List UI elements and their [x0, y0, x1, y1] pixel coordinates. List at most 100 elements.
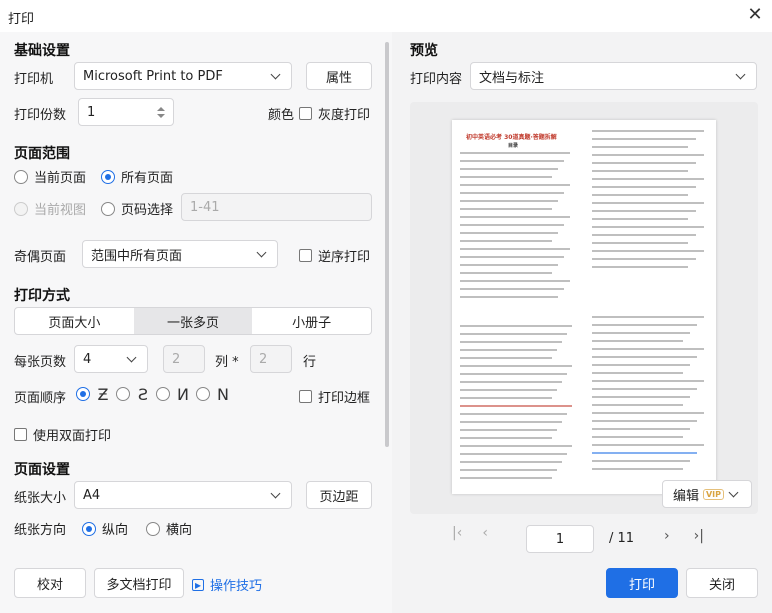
tips-link[interactable]: ▸ 操作技巧: [192, 575, 262, 594]
preview-line: [460, 349, 557, 351]
preview-line: [592, 210, 696, 212]
grayscale-option[interactable]: 灰度打印: [299, 104, 370, 123]
preview-line: [592, 332, 690, 334]
basic-section-title: 基础设置: [14, 43, 70, 59]
odd-even-label: 奇偶页面: [14, 250, 67, 265]
duplex-option[interactable]: 使用双面打印: [14, 425, 111, 444]
rows-value: 2: [259, 351, 268, 367]
page-select-label: 页码选择: [121, 203, 174, 218]
preview-line: [460, 224, 564, 226]
landscape-radio[interactable]: [146, 521, 160, 536]
order-reverse-n-icon: N: [217, 384, 229, 404]
current-page-option[interactable]: 当前页面: [14, 167, 86, 186]
page-select-option[interactable]: 页码选择: [101, 199, 173, 218]
preview-line: [460, 256, 564, 258]
portrait-option[interactable]: 纵向: [82, 519, 128, 538]
preview-line: [592, 372, 683, 374]
odd-even-select[interactable]: 范围中所有页面: [82, 240, 278, 268]
portrait-label: 纵向: [102, 523, 129, 538]
portrait-radio[interactable]: [82, 521, 96, 536]
order-z-radio[interactable]: [76, 387, 90, 401]
preview-line: [592, 202, 704, 204]
tab-booklet[interactable]: 小册子: [252, 308, 371, 334]
landscape-label: 横向: [166, 523, 193, 538]
all-pages-radio[interactable]: [101, 169, 115, 184]
chevron-down-icon: [126, 352, 137, 362]
preview-line: [460, 272, 552, 274]
order-n-icon: И: [177, 384, 189, 404]
preview-line: [460, 445, 572, 447]
current-page-radio[interactable]: [14, 169, 28, 184]
preview-line: [460, 208, 552, 210]
chevron-down-icon: [728, 487, 739, 497]
preview-line: [592, 444, 704, 446]
first-page-icon[interactable]: |‹: [452, 525, 462, 541]
settings-scrollbar[interactable]: [385, 42, 389, 447]
print-content-select[interactable]: 文档与标注: [470, 62, 757, 90]
preview-line: [460, 477, 552, 479]
vip-badge: VIP: [702, 488, 725, 500]
edit-button[interactable]: 编辑 VIP: [662, 480, 752, 508]
prev-page-icon[interactable]: ‹: [482, 525, 488, 541]
reverse-option[interactable]: 逆序打印: [299, 246, 370, 265]
preview-line: [592, 436, 683, 438]
duplex-checkbox[interactable]: [14, 428, 27, 441]
multi-document-print-button[interactable]: 多文档打印: [94, 568, 184, 598]
close-button[interactable]: 关闭: [686, 568, 758, 598]
preview-line: [460, 248, 570, 250]
preview-line: [460, 160, 564, 162]
reverse-checkbox[interactable]: [299, 249, 312, 262]
print-button[interactable]: 打印: [606, 568, 678, 598]
window-title: 打印: [8, 12, 35, 27]
preview-line: [460, 389, 557, 391]
current-view-option: 当前视图: [14, 199, 86, 218]
preview-section-title: 预览: [410, 43, 438, 59]
preview-line: [460, 333, 567, 335]
per-sheet-label: 每张页数: [14, 355, 67, 370]
next-page-icon[interactable]: ›: [664, 528, 670, 544]
stepper-arrows-icon[interactable]: [157, 106, 165, 118]
preview-line: [592, 460, 690, 462]
margins-button[interactable]: 页边距: [306, 481, 372, 509]
order-label: 页面顺序: [14, 391, 67, 406]
preview-line: [592, 412, 704, 414]
current-view-radio: [14, 201, 28, 216]
paper-size-select[interactable]: A4: [74, 481, 292, 509]
preview-line: [592, 420, 697, 422]
border-option[interactable]: 打印边框: [299, 387, 370, 406]
preview-line: [592, 154, 704, 156]
page-range-input[interactable]: 1-41: [181, 193, 372, 221]
current-view-label: 当前视图: [34, 203, 87, 218]
last-page-icon[interactable]: ›|: [694, 528, 704, 544]
preview-line: [460, 184, 570, 186]
landscape-option[interactable]: 横向: [146, 519, 192, 538]
properties-button[interactable]: 属性: [306, 62, 372, 90]
tab-page-size[interactable]: 页面大小: [15, 308, 134, 334]
preview-line: [592, 186, 696, 188]
grayscale-checkbox[interactable]: [299, 107, 312, 120]
preview-line: [460, 192, 564, 194]
printer-select[interactable]: Microsoft Print to PDF: [74, 62, 292, 90]
total-pages: / 11: [609, 531, 635, 546]
rows-label: 行: [303, 355, 317, 370]
order-reverse-z-radio[interactable]: [116, 387, 130, 401]
page-select-radio[interactable]: [101, 201, 115, 216]
per-sheet-select[interactable]: 4: [74, 345, 148, 373]
proof-button[interactable]: 校对: [14, 568, 86, 598]
page-order-options[interactable]: Ƶ Ƨ И N: [76, 383, 234, 405]
tab-multi-page[interactable]: 一张多页: [133, 308, 253, 334]
range-section-title: 页面范围: [14, 146, 70, 162]
page-number-input[interactable]: 1: [526, 525, 594, 553]
all-pages-option[interactable]: 所有页面: [101, 167, 173, 186]
odd-even-value: 范围中所有页面: [91, 248, 183, 264]
preview-line: [460, 421, 562, 423]
print-mode-tabs[interactable]: 页面大小 一张多页 小册子: [14, 307, 372, 335]
preview-line: [592, 170, 688, 172]
order-reverse-n-radio[interactable]: [196, 387, 210, 401]
order-n-radio[interactable]: [156, 387, 170, 401]
border-checkbox[interactable]: [299, 390, 312, 403]
preview-line: [592, 138, 696, 140]
preview-line: [460, 469, 557, 471]
copies-stepper[interactable]: 1: [78, 98, 174, 126]
close-icon[interactable]: ✕: [744, 4, 766, 26]
